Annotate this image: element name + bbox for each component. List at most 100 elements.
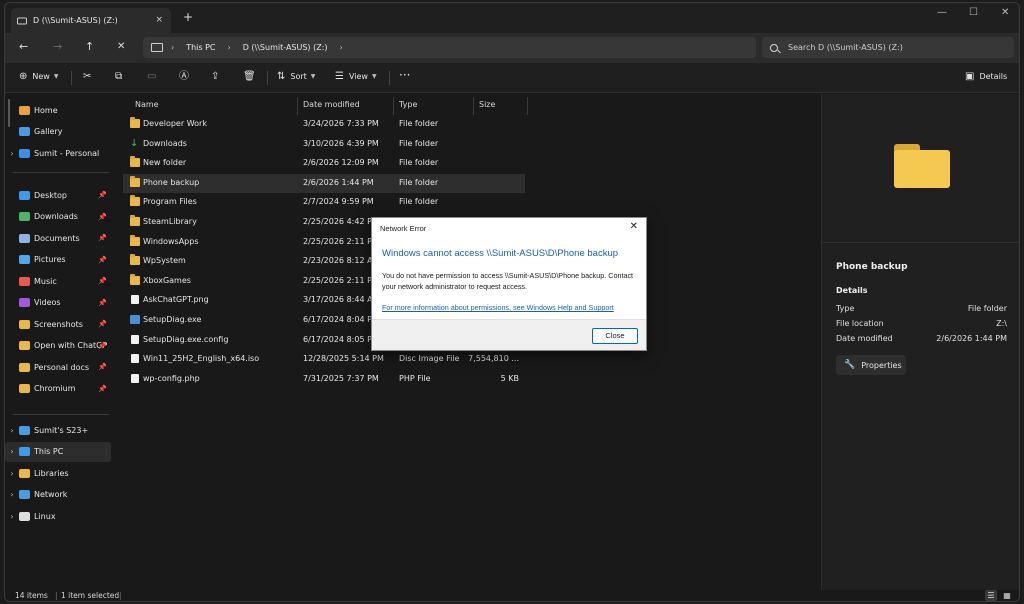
view-button[interactable]: ☰ View ▼ [335, 72, 377, 82]
pin-icon[interactable]: 📌 [98, 299, 107, 307]
sidebar-item-chromium[interactable]: Chromium 📌 [5, 379, 111, 399]
sidebar-item-pictures[interactable]: Pictures 📌 [5, 250, 111, 270]
sort-button[interactable]: ⇅ Sort ▼ [277, 72, 315, 82]
sidebar-item-icon [19, 190, 30, 200]
file-name: XboxGames [143, 275, 191, 285]
sidebar-item-desktop[interactable]: Desktop 📌 [5, 185, 111, 205]
dialog-close-icon[interactable]: ✕ [630, 221, 638, 232]
expand-chevron-icon[interactable]: › [5, 447, 19, 456]
folder-icon [130, 175, 140, 187]
column-divider[interactable] [297, 97, 298, 115]
chevron-down-icon: ▼ [53, 73, 59, 80]
pin-icon[interactable]: 📌 [98, 363, 107, 371]
file-row[interactable]: Win11_25H2_English_x64.iso 12/28/2025 5:1… [123, 350, 525, 369]
expand-chevron-icon[interactable]: › [5, 149, 19, 158]
file-row[interactable]: wp-config.php 7/31/2025 7:37 PM PHP File 5 … [123, 370, 525, 389]
sidebar-item-open-with-chatgp[interactable]: Open with ChatGP 📌 [5, 336, 111, 356]
file-date-modified: 7/31/2025 7:37 PM [303, 373, 379, 383]
status-bar: 14 items | 1 item selected | ☰ ▦ [5, 590, 1019, 601]
delete-button[interactable]: 🗑 [243, 72, 261, 82]
sidebar-item-label: Sumit's S23+ [34, 425, 89, 435]
column-divider[interactable] [527, 97, 528, 115]
properties-button[interactable]: 🔧 Properties [836, 355, 906, 375]
expand-chevron-icon[interactable]: › [5, 512, 19, 521]
tab-current[interactable]: D (\\Sumit-ASUS) (Z:) × [11, 8, 171, 33]
sidebar-item-downloads[interactable]: Downloads 📌 [5, 207, 111, 227]
sidebar-item-sumit-personal[interactable]: › Sumit - Personal [5, 143, 111, 163]
pin-icon[interactable]: 📌 [98, 234, 107, 242]
window-close-icon[interactable]: ✕ [1001, 7, 1009, 18]
file-row[interactable]: ↓ Downloads 3/10/2026 4:39 PM File folder [123, 135, 525, 154]
stop-button[interactable]: ✕ [117, 41, 125, 53]
expand-chevron-icon[interactable]: › [5, 469, 19, 478]
column-divider[interactable] [393, 97, 394, 115]
breadcrumb-drive[interactable]: D (\\Sumit-ASUS) (Z:) [243, 43, 328, 52]
pin-icon[interactable]: 📌 [98, 213, 107, 221]
column-header-name[interactable]: Name [135, 100, 159, 109]
cut-button[interactable]: ✂ [83, 72, 96, 82]
new-tab-button[interactable]: + [183, 11, 193, 23]
maximize-icon[interactable]: ☐ [969, 7, 978, 18]
sidebar-item-sumit-s-s23[interactable]: › Sumit's S23+ [5, 420, 111, 440]
sidebar-item-libraries[interactable]: › Libraries [5, 463, 111, 483]
details-pane-button[interactable]: ▣ Details [965, 72, 1007, 82]
details-view-icon[interactable]: ☰ [985, 590, 997, 601]
file-explorer-window: D (\\Sumit-ASUS) (Z:) × + — ☐ ✕ ← → ↑ ✕ … [4, 2, 1020, 602]
dialog-close-button[interactable]: Close [592, 328, 638, 344]
back-button[interactable]: ← [19, 41, 28, 53]
sidebar-item-linux[interactable]: › Linux [5, 506, 111, 526]
sidebar-item-home[interactable]: Home [5, 100, 111, 120]
search-input[interactable]: Search D (\\Sumit-ASUS) (Z:) [788, 43, 903, 52]
sidebar-item-label: Sumit - Personal [34, 148, 100, 158]
file-row[interactable]: Phone backup 2/6/2026 1:44 PM File folder [123, 173, 525, 193]
expand-chevron-icon[interactable]: › [5, 490, 19, 499]
column-header-size[interactable]: Size [479, 100, 495, 109]
pin-icon[interactable]: 📌 [98, 385, 107, 393]
new-button[interactable]: ⊕ New ▼ [19, 72, 58, 82]
sidebar-item-personal-docs[interactable]: Personal docs 📌 [5, 357, 111, 377]
sidebar-item-this-pc[interactable]: › This PC [5, 441, 111, 462]
share-button[interactable]: ⇪ [211, 72, 224, 82]
column-divider[interactable] [473, 97, 474, 115]
column-header-type[interactable]: Type [399, 100, 417, 109]
pin-icon[interactable]: 📌 [98, 320, 107, 328]
pin-icon[interactable]: 📌 [98, 191, 107, 199]
more-options-button[interactable]: ··· [399, 69, 410, 81]
rename-button[interactable]: Ⓐ [179, 72, 194, 82]
sidebar-item-label: This PC [34, 447, 64, 456]
file-row[interactable]: New folder 2/6/2026 12:09 PM File folder [123, 154, 525, 173]
sidebar-item-videos[interactable]: Videos 📌 [5, 293, 111, 313]
tiles-view-icon[interactable]: ▦ [1001, 590, 1013, 601]
copy-button[interactable]: ⧉ [115, 72, 127, 82]
help-link[interactable]: For more information about permissions, … [382, 303, 614, 312]
sidebar-item-screenshots[interactable]: Screenshots 📌 [5, 314, 111, 334]
up-button[interactable]: ↑ [85, 41, 94, 53]
breadcrumb-this-pc[interactable]: This PC [186, 43, 215, 52]
file-row[interactable]: Developer Work 3/24/2026 7:33 PM File fold… [123, 115, 525, 134]
sidebar-item-network[interactable]: › Network [5, 485, 111, 505]
sidebar-item-icon [19, 511, 30, 521]
column-header-date[interactable]: Date modified [303, 100, 360, 109]
file-name: SetupDiag.exe.config [143, 334, 229, 344]
details-section-heading: Details [836, 286, 868, 295]
forward-button[interactable]: → [53, 41, 62, 53]
sidebar-item-documents[interactable]: Documents 📌 [5, 228, 111, 248]
minimize-icon[interactable]: — [937, 7, 947, 18]
file-row[interactable]: Program Files 2/7/2024 9:59 PM File folder [123, 193, 525, 212]
new-label: New [32, 72, 50, 81]
properties-label: Properties [861, 360, 902, 370]
sidebar-item-gallery[interactable]: Gallery [5, 122, 111, 142]
sidebar-item-music[interactable]: Music 📌 [5, 271, 111, 291]
search-box[interactable]: Search D (\\Sumit-ASUS) (Z:) [762, 37, 1014, 58]
tab-close-icon[interactable]: × [155, 15, 163, 25]
pin-icon[interactable]: 📌 [98, 342, 107, 350]
sidebar-item-icon [19, 148, 30, 158]
address-bar[interactable]: › This PC › D (\\Sumit-ASUS) (Z:) › [143, 37, 756, 58]
sidebar-item-icon [19, 319, 30, 329]
navigation-pane[interactable]: Home Gallery › Sumit - Personal Desktop 📌 Dow… [5, 94, 113, 590]
pin-icon[interactable]: 📌 [98, 256, 107, 264]
pin-icon[interactable]: 📌 [98, 277, 107, 285]
file-date-modified: 2/25/2026 2:11 PM [303, 236, 379, 246]
expand-chevron-icon[interactable]: › [5, 426, 19, 435]
paste-button[interactable]: ▭ [147, 72, 161, 82]
